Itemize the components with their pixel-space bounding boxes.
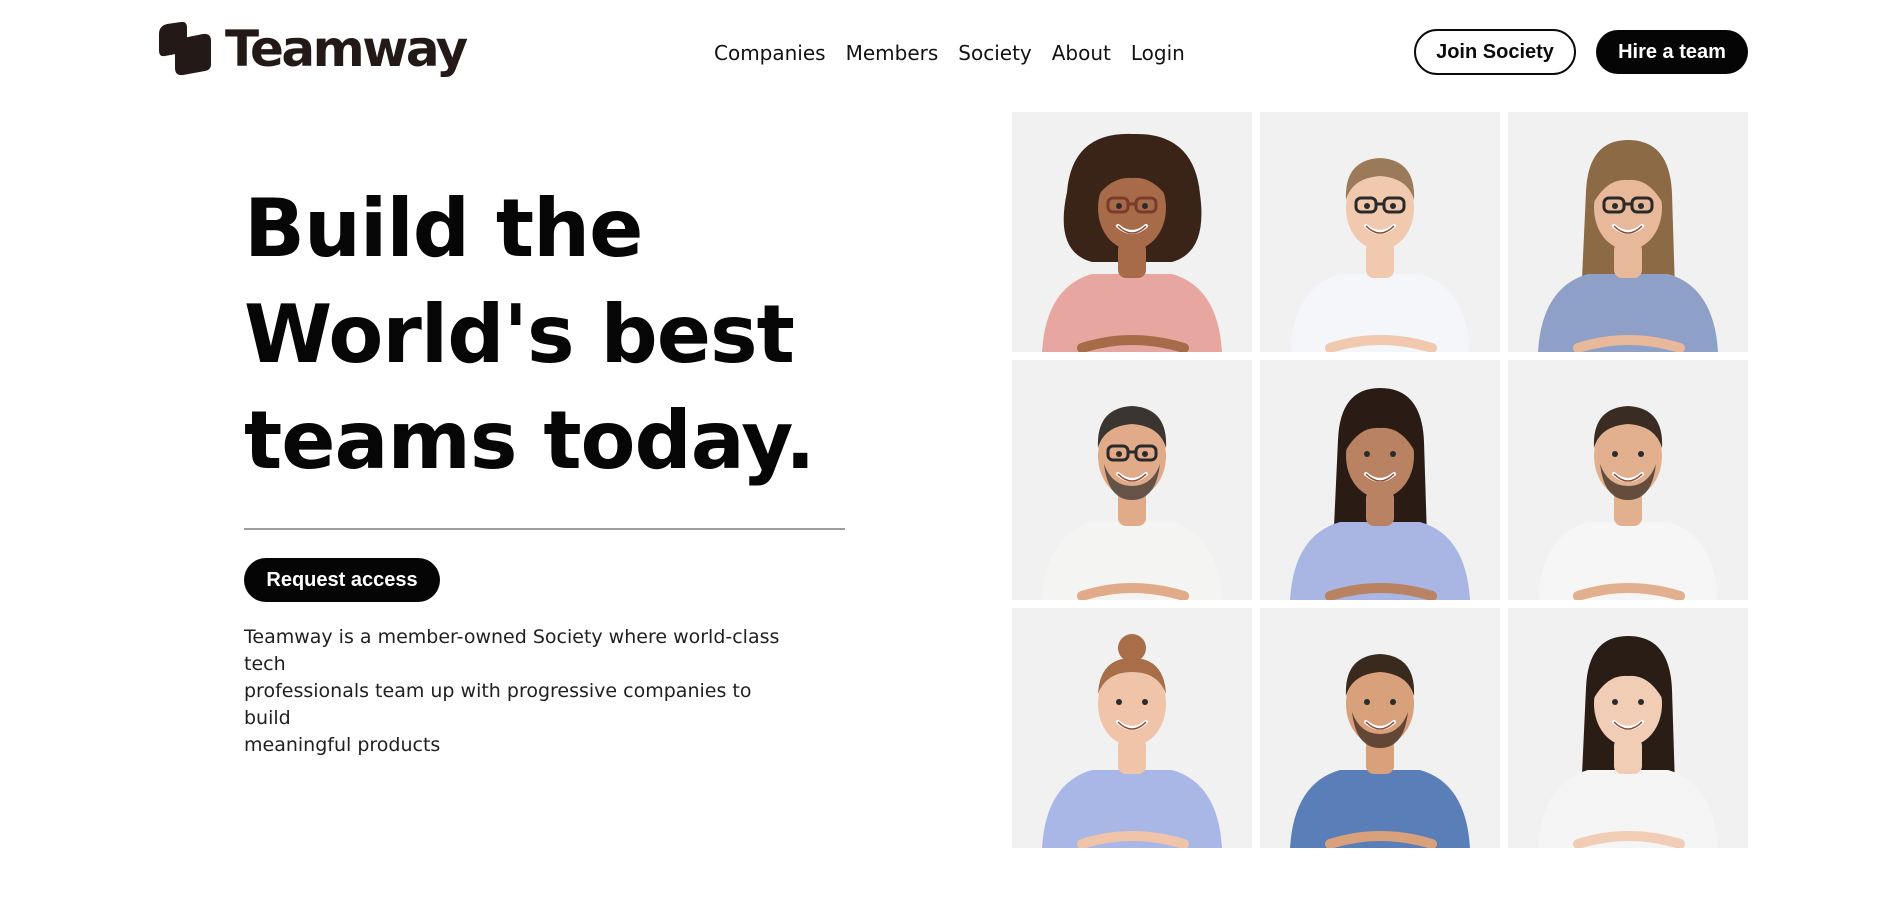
join-society-button[interactable]: Join Society [1414, 29, 1576, 75]
nav-item-about[interactable]: About [1052, 38, 1111, 68]
person-beard-white-tee-icon [1538, 406, 1718, 600]
person-glasses-white-shirt-icon [1290, 158, 1470, 352]
person-curly-hair-blue-shirt-icon [1290, 388, 1470, 600]
nav-item-companies[interactable]: Companies [714, 38, 826, 68]
portrait-tile [1260, 360, 1500, 600]
person-bun-blue-top-icon [1042, 634, 1222, 848]
hero-title-line: World's best [244, 288, 795, 381]
portrait-tile [1508, 608, 1748, 848]
person-glasses-white-tee-icon [1042, 406, 1222, 600]
person-long-dark-hair-icon [1538, 636, 1718, 848]
brand-logo[interactable]: Teamway [151, 20, 468, 78]
hero-description: Teamway is a member-owned Society where … [244, 624, 804, 759]
nav-item-society[interactable]: Society [958, 38, 1031, 68]
person-long-hair-striped-shirt-icon [1538, 140, 1718, 352]
hero-description-line: meaningful products [244, 734, 441, 756]
person-curly-hair-sunglasses-icon [1042, 133, 1222, 352]
hero-title-line: Build the [244, 182, 643, 275]
hero-divider [244, 528, 845, 530]
nav-item-login[interactable]: Login [1131, 38, 1185, 68]
hire-a-team-button[interactable]: Hire a team [1596, 30, 1748, 74]
portrait-tile [1508, 112, 1748, 352]
main-nav: Companies Members Society About Login [714, 38, 1185, 68]
person-beard-blue-tee-icon [1290, 654, 1470, 848]
portrait-tile [1012, 360, 1252, 600]
nav-item-members[interactable]: Members [846, 38, 939, 68]
logo-mark-icon [151, 20, 213, 78]
hero-title-line: teams today. [244, 394, 815, 487]
portrait-grid [1012, 112, 1748, 848]
portrait-tile [1012, 608, 1252, 848]
hero-title: Build the World's best teams today. [244, 176, 864, 494]
portrait-tile [1012, 112, 1252, 352]
brand-name: Teamway [225, 20, 468, 78]
landing-page: Teamway Companies Members Society About … [0, 0, 1896, 907]
portrait-tile [1260, 608, 1500, 848]
hero-description-line: professionals team up with progressive c… [244, 680, 752, 729]
portrait-tile [1508, 360, 1748, 600]
hero-description-line: Teamway is a member-owned Society where … [244, 626, 780, 675]
portrait-tile [1260, 112, 1500, 352]
request-access-button[interactable]: Request access [244, 558, 440, 602]
